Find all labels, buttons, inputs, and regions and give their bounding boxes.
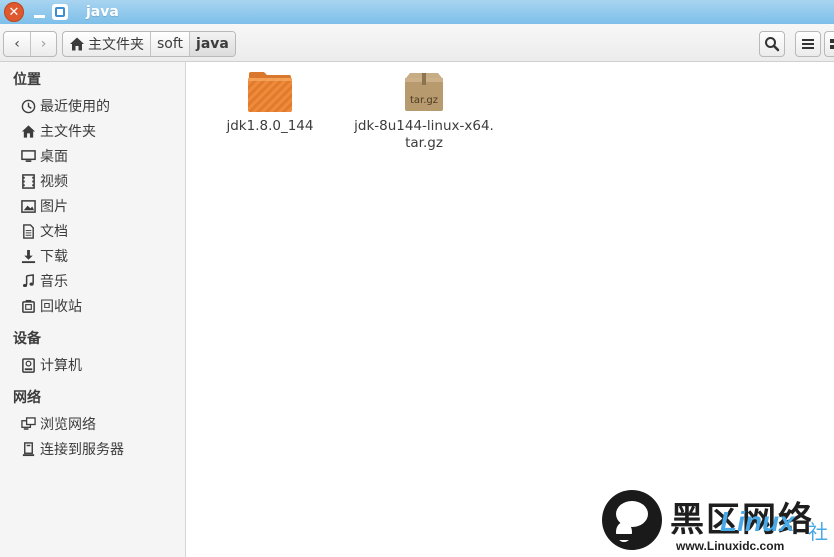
sidebar-item-home[interactable]: 主文件夹 [20, 121, 96, 141]
home-icon [70, 37, 84, 51]
search-button[interactable] [759, 31, 785, 57]
view-grid-button[interactable] [824, 31, 834, 57]
forward-button[interactable]: › [30, 32, 56, 56]
sidebar-item-label: 浏览网络 [40, 417, 96, 433]
trash-icon [20, 298, 36, 314]
sidebar-item-documents[interactable]: 文档 [20, 221, 68, 241]
sidebar-item-trash[interactable]: 回收站 [20, 296, 82, 316]
sidebar-item-label: 音乐 [40, 274, 68, 290]
title-bar: ✕ java [0, 0, 834, 24]
sidebar-section-places: 位置 [13, 72, 41, 88]
picture-icon [20, 198, 36, 214]
sidebar-section-devices: 设备 [13, 331, 41, 347]
sidebar-item-connect-server[interactable]: 连接到服务器 [20, 439, 124, 459]
file-name-line2: tar.gz [405, 135, 443, 151]
watermark-url: www.Linuxidc.com [676, 539, 785, 553]
sidebar-item-label: 最近使用的 [40, 99, 110, 115]
chevron-right-icon: › [40, 36, 47, 52]
sidebar-item-label: 连接到服务器 [40, 442, 124, 458]
network-icon [20, 416, 36, 432]
computer-icon [20, 357, 36, 373]
sidebar-item-videos[interactable]: 视频 [20, 171, 68, 191]
breadcrumb-java[interactable]: java [189, 32, 235, 56]
sidebar-item-label: 主文件夹 [40, 124, 96, 140]
view-list-button[interactable] [795, 31, 821, 57]
close-icon: ✕ [8, 4, 20, 20]
chevron-left-icon: ‹ [14, 36, 20, 52]
music-icon [20, 273, 36, 289]
file-name-line1: jdk-8u144-linux-x64. [354, 118, 494, 134]
breadcrumb-home[interactable]: 主文件夹 [63, 32, 150, 56]
toolbar: ‹ › 主文件夹 soft java [0, 24, 834, 62]
watermark-suffix: 社 [808, 520, 828, 544]
breadcrumb-soft[interactable]: soft [150, 32, 189, 56]
watermark: 黑区网络 Linux 社 www.Linuxidc.com [600, 488, 834, 557]
file-name: jdk-8u144-linux-x64. tar.gz [354, 118, 494, 152]
history-nav: ‹ › [3, 31, 57, 57]
server-icon [20, 441, 36, 457]
watermark-brand: Linux [720, 506, 795, 537]
back-button[interactable]: ‹ [4, 32, 30, 56]
breadcrumb-home-label: 主文件夹 [88, 37, 144, 53]
close-window-button[interactable]: ✕ [4, 2, 24, 22]
breadcrumb-soft-label: soft [157, 36, 184, 52]
folder-icon [248, 72, 292, 112]
file-name: jdk1.8.0_144 [226, 118, 314, 134]
sidebar-item-label: 视频 [40, 174, 68, 190]
sidebar-item-label: 图片 [40, 199, 68, 215]
sidebar: 位置 最近使用的 主文件夹 桌面 视频 图片 文档 下载 音乐 回收站 设备 计… [0, 62, 186, 557]
home-icon [20, 123, 36, 139]
menu-icon [802, 39, 814, 49]
sidebar-item-browse-network[interactable]: 浏览网络 [20, 414, 96, 434]
maximize-icon [55, 7, 65, 17]
download-icon [20, 248, 36, 264]
sidebar-item-computer[interactable]: 计算机 [20, 355, 82, 375]
penguin-logo-icon [602, 490, 662, 550]
sidebar-item-desktop[interactable]: 桌面 [20, 146, 68, 166]
sidebar-item-music[interactable]: 音乐 [20, 271, 68, 291]
document-icon [20, 223, 36, 239]
file-item-folder[interactable]: jdk1.8.0_144 [195, 70, 345, 135]
archive-badge: tar.gz [410, 95, 438, 106]
sidebar-item-label: 桌面 [40, 149, 68, 165]
video-icon [20, 173, 36, 189]
file-view: jdk1.8.0_144 tar.gz jdk-8u144-linux-x64.… [187, 62, 834, 557]
desktop-icon [20, 148, 36, 164]
minimize-window-button[interactable] [32, 2, 46, 22]
breadcrumb-java-label: java [196, 36, 229, 52]
grid-icon [829, 39, 834, 49]
maximize-window-button[interactable] [52, 4, 68, 20]
search-icon [765, 37, 780, 52]
sidebar-item-pictures[interactable]: 图片 [20, 196, 68, 216]
sidebar-item-recent[interactable]: 最近使用的 [20, 96, 110, 116]
window-title: java [86, 4, 119, 20]
archive-icon: tar.gz [405, 73, 443, 111]
file-item-archive[interactable]: tar.gz jdk-8u144-linux-x64. tar.gz [349, 70, 499, 152]
minimize-icon [33, 14, 45, 18]
sidebar-item-label: 回收站 [40, 299, 82, 315]
sidebar-item-label: 下载 [40, 249, 68, 265]
breadcrumb: 主文件夹 soft java [62, 31, 236, 57]
sidebar-item-downloads[interactable]: 下载 [20, 246, 68, 266]
sidebar-item-label: 计算机 [40, 358, 82, 374]
sidebar-item-label: 文档 [40, 224, 68, 240]
recent-clock-icon [20, 98, 36, 114]
sidebar-section-network: 网络 [13, 390, 41, 406]
